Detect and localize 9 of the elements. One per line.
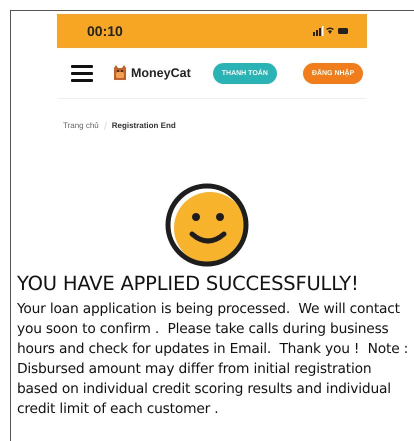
breadcrumb-item[interactable]: Trang chủ (63, 121, 99, 130)
success-heading: YOU HAVE APPLIED SUCCESSFULLY! (17, 272, 360, 295)
status-time: 00:10 (87, 23, 123, 39)
message-text: Your loan application is being processed. We will contact you soon to confirm . Please take calls during business hours and check for updates in Email. Thank you ! Note : Disbursed amount may differ from initial registration based on individual credit scoring results and individual credit limit of each customer . (17, 300, 410, 419)
breadcrumb-item: Registration End (112, 121, 176, 130)
cat-logo-icon (113, 65, 127, 81)
brand-name: MoneyCat (131, 66, 191, 80)
status-icons (313, 26, 349, 36)
menu-icon[interactable] (71, 64, 93, 82)
